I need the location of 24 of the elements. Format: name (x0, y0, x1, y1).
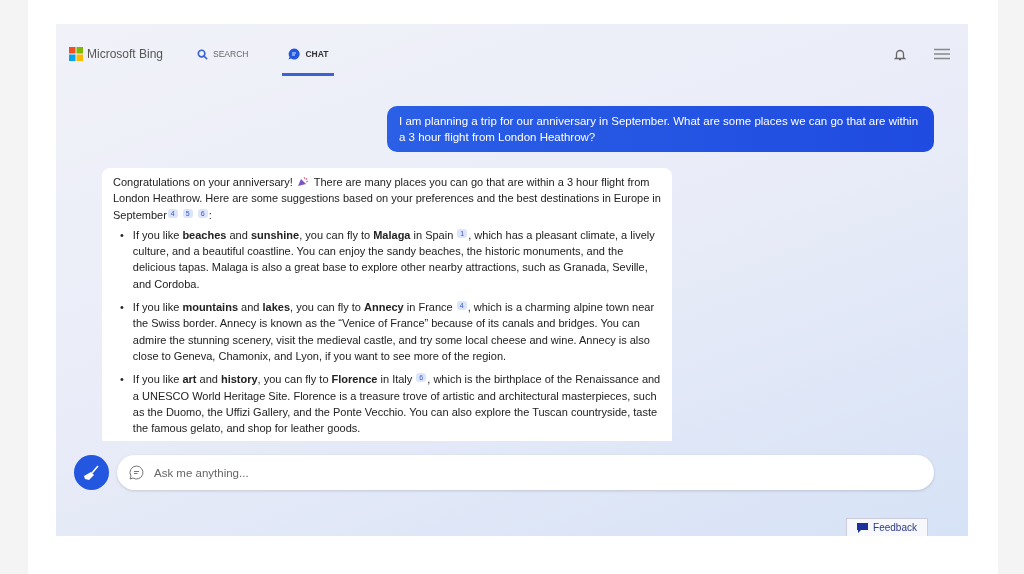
nav-tab[interactable]: SEARCH (191, 35, 255, 76)
bell-icon[interactable] (894, 47, 906, 61)
chat-bubble-icon (288, 48, 301, 60)
logo-text: Microsoft Bing (87, 47, 164, 61)
bullet-marker: • (120, 300, 124, 316)
suggestion-item: If you like mountains and lakes, you can fly to Annecy in France $^{4}$, which is a charming alpine town near the Swiss border. Annecy is known as the “Venice of France” because of its canals and bridges. You can admire the stunning scenery, visit the medieval castle, and try some local cheese and wine. Annecy is also close to Geneva, Chamonix, and Lyon, if you want to see more of the region. (132, 300, 656, 364)
suggestion-item: If you like art and history, you can fly to Florence in Italy $^{6}$, which is the birthplace of the Renaissance and a UNESCO World Heritage Site. Florence is a treasure trove of artistic and architectural masterpieces, such as the Duomo, the Uffizi Gallery, and the Ponte Vecchio. You can also explore the Tuscan countryside, taste the famous gelato, and shop for leather goods. (132, 372, 661, 437)
party-popper-icon (296, 176, 310, 187)
menu-icon[interactable] (934, 48, 950, 60)
user-message: I am planning a trip for our anniversary in September. What are some places we can go that are within a 3 hour flight from London Heathrow? (387, 106, 934, 152)
logo-icon (69, 47, 83, 61)
feedback-button[interactable]: Feedback (846, 518, 928, 536)
nav-tab[interactable]: CHAT (282, 35, 335, 76)
chat-icon (129, 465, 144, 480)
new-topic-button[interactable] (74, 455, 109, 490)
chat-input-field[interactable]: Ask me anything... (152, 465, 922, 480)
bullet-marker: • (120, 227, 124, 243)
search-icon (197, 48, 209, 60)
bullet-marker: • (120, 372, 124, 388)
comment-icon (857, 522, 869, 533)
broom-icon (82, 463, 101, 482)
response-text: Congratulations on your anniversary! (113, 175, 293, 190)
suggestion-item: If you like beaches and sunshine, you can fly to Malaga in Spain $^{1}$, which has a pleasant climate, a lively culture, and a beautiful coastline. You can enjoy the sandy beaches, the historic monuments, and the delicious tapas. Malaga is also a great base to explore other nearby attractions, such as Granada, Seville, and Cordoba. (132, 227, 656, 292)
chat-input-bar[interactable]: Ask me anything... (117, 455, 934, 490)
